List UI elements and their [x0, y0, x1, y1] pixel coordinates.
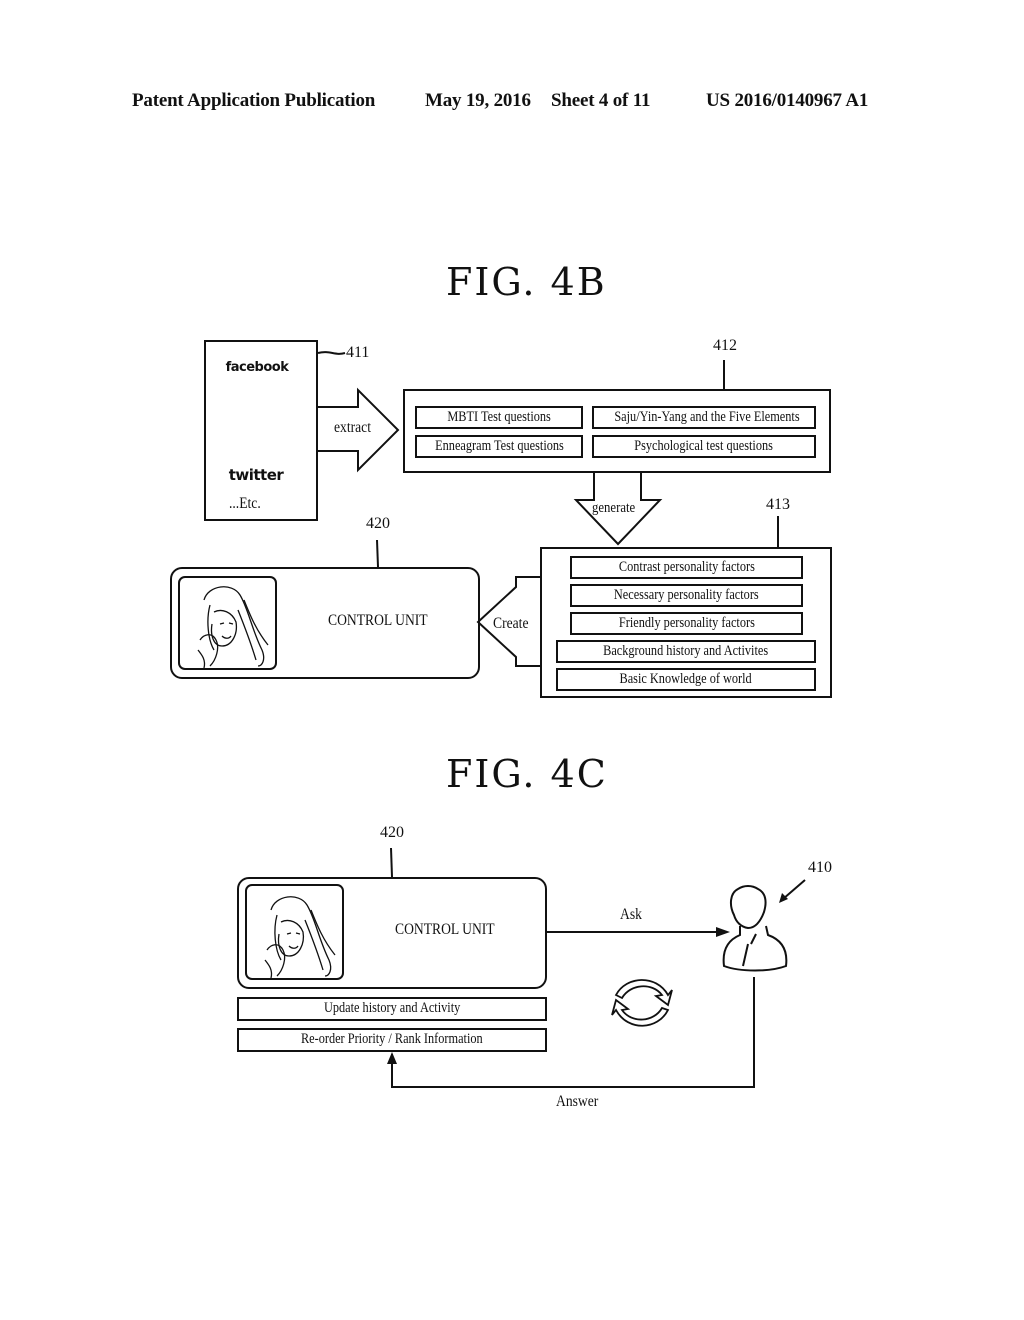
refresh-cycle-icon — [611, 979, 673, 1027]
etc-label: ...Etc. — [229, 495, 261, 512]
ref-420-4c: 420 — [380, 824, 404, 841]
ref-413: 413 — [766, 496, 790, 513]
ask-label: Ask — [620, 906, 642, 923]
leader-410 — [782, 879, 806, 900]
factor-item-contrast: Contrast personality factors — [570, 556, 803, 579]
answer-arrowhead — [387, 1052, 397, 1064]
generate-label: generate — [592, 500, 636, 516]
twitter-logo-text: twitter — [228, 466, 284, 484]
create-label: Create — [493, 615, 529, 632]
facebook-logo-text: facebook — [225, 360, 289, 375]
control-unit-label-4b: CONTROL UNIT — [328, 612, 428, 629]
user-avatar-icon — [722, 885, 788, 972]
leader-420-4c — [390, 847, 393, 878]
question-item-psychological: Psychological test questions — [592, 435, 816, 458]
factor-item-background: Background history and Activites — [556, 640, 816, 663]
ref-411: 411 — [346, 344, 370, 361]
factor-item-necessary: Necessary personality factors — [570, 584, 803, 607]
fig-4c-title: FIG. 4C — [446, 752, 608, 796]
reorder-priority-item: Re-order Priority / Rank Information — [237, 1028, 547, 1052]
arrowhead-410 — [779, 893, 788, 903]
ref-420-4b: 420 — [366, 515, 390, 532]
factor-item-knowledge: Basic Knowledge of world — [556, 668, 816, 691]
leader-420-4b — [376, 539, 379, 568]
question-item-saju: Saju/Yin-Yang and the Five Elements — [592, 406, 816, 429]
ref-410: 410 — [808, 859, 832, 876]
question-item-enneagram: Enneagram Test questions — [415, 435, 583, 458]
factor-item-friendly: Friendly personality factors — [570, 612, 803, 635]
question-item-mbti: MBTI Test questions — [415, 406, 583, 429]
update-history-item: Update history and Activity — [237, 997, 547, 1021]
leader-411 — [317, 351, 346, 355]
questions-box — [403, 389, 831, 473]
ask-arrowhead — [716, 927, 730, 937]
diagram-lines — [178, 351, 806, 1088]
control-unit-label-4c: CONTROL UNIT — [395, 921, 495, 938]
extract-label: extract — [334, 419, 372, 436]
answer-label: Answer — [556, 1093, 599, 1110]
ref-412: 412 — [713, 337, 737, 354]
